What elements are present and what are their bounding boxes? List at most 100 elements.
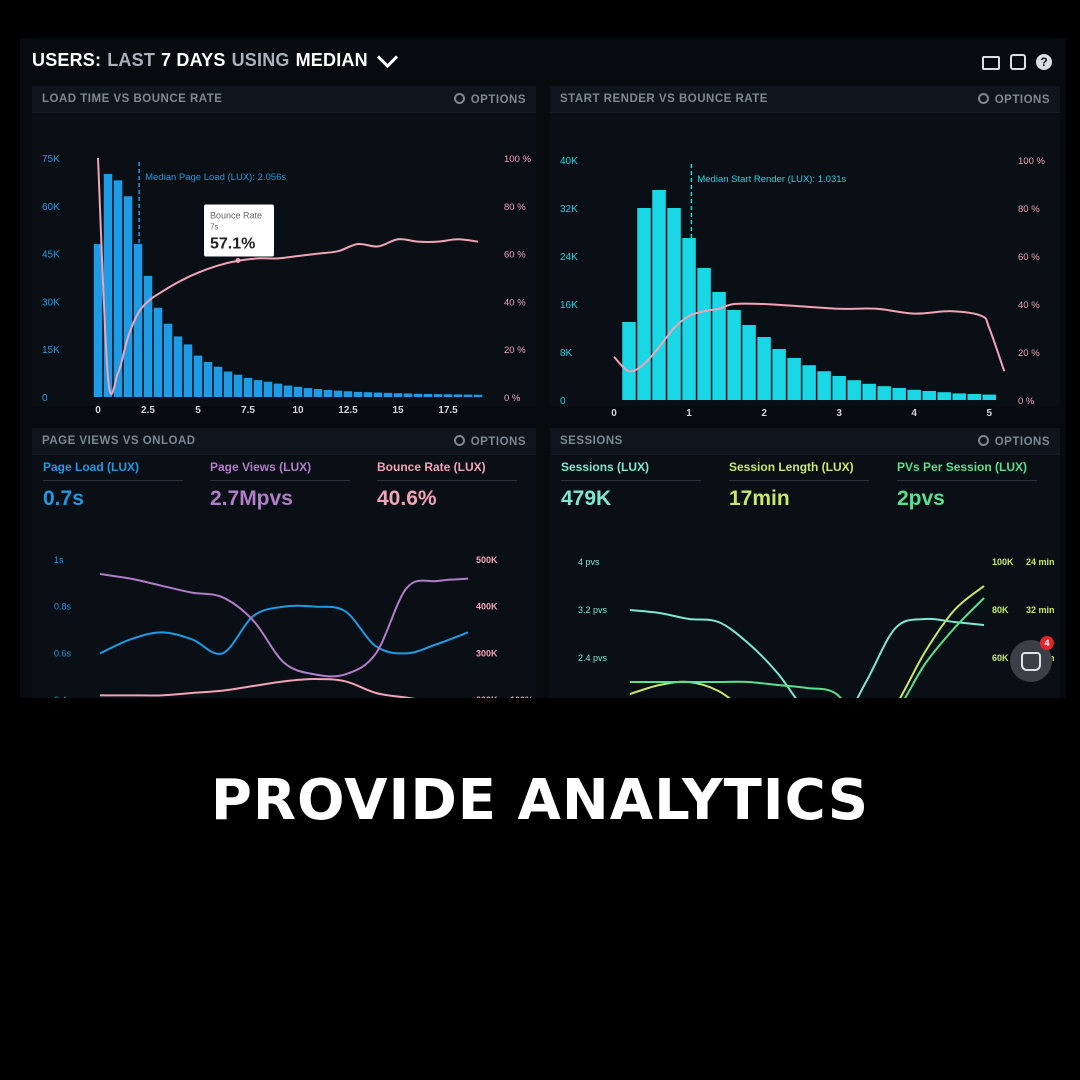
panel-sessions: SESSIONS OPTIONS Sessions (LUX) 479K Ses… <box>550 428 1060 698</box>
title-stat: MEDIAN <box>295 50 368 70</box>
bar <box>353 391 363 397</box>
bar <box>742 325 756 400</box>
y-left-tick-label: 40K <box>560 156 578 167</box>
y-left-tick-label: 1s <box>54 555 64 565</box>
title-users: USERS: <box>32 50 102 70</box>
series-line <box>99 573 469 678</box>
y-left-tick-label: 32K <box>560 204 578 215</box>
bar <box>193 355 203 397</box>
bar <box>343 391 353 397</box>
load-time-chart: 0 15K 30K 45K 60K 75K 0 % 20 % 40 % 60 % 80 % 100 %… <box>42 154 531 439</box>
bar <box>727 310 741 400</box>
dashboard-title[interactable]: USERS: LAST 7 DAYS USING MEDIAN <box>32 46 398 71</box>
y-left-tick-label: 30K <box>42 297 60 308</box>
x-tick-label: 12.5 <box>338 405 358 416</box>
y-left-tick-label: 4 pvs <box>578 557 600 567</box>
panel-load-time: LOAD TIME VS BOUNCE RATE OPTIONS 0 15K 30K… <box>32 86 536 439</box>
x-tick-label: 3 <box>836 408 842 419</box>
page-caption: PROVIDE ANALYTICS <box>210 768 870 833</box>
bar <box>273 383 283 397</box>
bar <box>463 394 473 397</box>
panel-page-views: PAGE VIEWS VS ONLOAD OPTIONS Page Load (… <box>32 428 536 698</box>
bar <box>163 323 173 397</box>
tooltip-label: Bounce Rate <box>210 211 262 221</box>
chevron-down-icon[interactable] <box>376 46 398 69</box>
y-right-tick-label: 100K <box>992 557 1014 567</box>
panel-start-render: START RENDER VS BOUNCE RATE OPTIONS 0 8K 1… <box>550 86 1060 442</box>
page-views-chart: 0.4s0.6s0.8s1s200K300K400K500K40%60%80%1… <box>54 555 533 698</box>
y-right-tick-label: 60 % <box>1018 252 1040 263</box>
bar <box>153 307 163 397</box>
bar <box>877 386 891 400</box>
x-tick-label: 15 <box>392 405 404 416</box>
y-left-tick-label: 0.6s <box>54 648 72 658</box>
tooltip-value: 57.1% <box>210 236 255 253</box>
y-right-tick-label: 400K <box>476 602 498 612</box>
bar <box>907 389 921 400</box>
y-right-tick-label: 500K <box>476 555 498 565</box>
bar <box>313 389 323 397</box>
y-right-tick-label: 0 % <box>1018 396 1035 407</box>
y-left-tick-label: 3.2 pvs <box>578 605 608 615</box>
bar <box>423 393 433 397</box>
bar <box>383 392 393 397</box>
bar <box>303 388 313 397</box>
bar <box>413 393 423 397</box>
title-last: LAST <box>107 50 156 70</box>
bar <box>433 394 443 397</box>
median-label: Median Page Load (LUX): 2.056s <box>145 172 286 183</box>
y-left-tick-label: 24K <box>560 252 578 263</box>
top-icons: ? <box>982 54 1052 70</box>
bar <box>787 358 801 400</box>
bar <box>173 336 183 397</box>
y-right-tick-label: 0 % <box>504 393 521 404</box>
tooltip-sub: 7s <box>210 223 218 232</box>
y-left-tick-label: 2.4 pvs <box>578 653 608 663</box>
bar <box>323 389 333 397</box>
y-right-tick-label: 24 min <box>1026 557 1055 567</box>
y-left-tick-label: 0 <box>560 396 566 407</box>
x-tick-label: 1 <box>686 408 692 419</box>
popout-icon[interactable] <box>1010 54 1026 70</box>
series-line <box>629 609 985 698</box>
y-left-tick-label: 0 <box>42 393 48 404</box>
y-right-tick-label: 20 % <box>1018 348 1040 359</box>
chat-button[interactable]: 4 <box>1010 636 1054 682</box>
bar <box>213 366 223 397</box>
x-tick-label: 17.5 <box>438 405 458 416</box>
bar <box>253 380 263 397</box>
monitor-icon[interactable] <box>982 56 1000 70</box>
bar <box>652 190 666 400</box>
x-tick-label: 0 <box>611 408 617 419</box>
bar <box>263 381 273 397</box>
y-left-tick-label: 15K <box>42 345 60 356</box>
y-right-tick-label: 100 % <box>504 154 531 165</box>
bar <box>143 275 153 397</box>
y-right-tick-label: 20 % <box>504 345 526 356</box>
y-right-tick-label: 60K <box>992 653 1009 663</box>
bar <box>967 394 981 400</box>
bar <box>937 392 951 400</box>
series-line <box>100 677 416 698</box>
bar <box>393 393 403 397</box>
x-tick-label: 0 <box>95 405 101 416</box>
y-right-tick-label: 60 % <box>504 250 526 261</box>
bar <box>363 392 373 397</box>
dashboard-screen: USERS: LAST 7 DAYS USING MEDIAN ? LOAD T… <box>20 38 1066 698</box>
bar <box>333 390 343 397</box>
y-right-tick-label: 80 % <box>504 202 526 213</box>
bar <box>847 380 861 400</box>
bar <box>453 394 463 397</box>
y-left-tick-label: 60K <box>42 202 60 213</box>
y-right-tick-label: 100 % <box>1018 156 1045 167</box>
bar <box>772 349 786 400</box>
bar <box>982 394 996 400</box>
bar <box>697 268 711 400</box>
help-icon[interactable]: ? <box>1036 54 1052 70</box>
y-left-tick-label: 8K <box>560 348 573 359</box>
bar <box>443 394 453 397</box>
y-right-tick-label: 100% <box>510 695 533 698</box>
title-range: 7 DAYS <box>161 50 226 70</box>
bar <box>622 322 636 400</box>
bar <box>637 208 651 400</box>
